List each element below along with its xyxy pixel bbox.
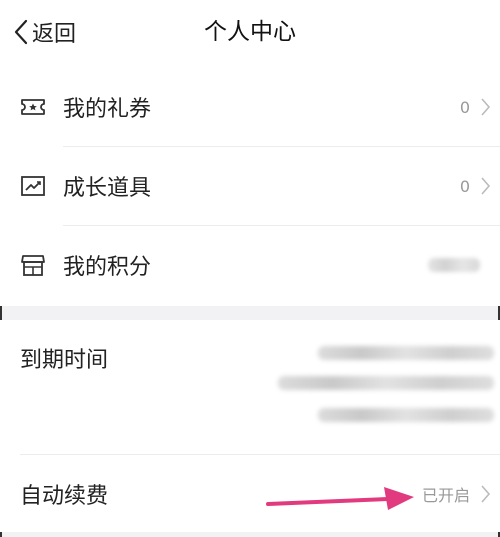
expire-value-redacted <box>318 408 494 422</box>
nav-header: 返回 个人中心 <box>0 0 500 68</box>
growth-tools-count: 0 <box>459 176 470 196</box>
points-value-redacted <box>428 258 480 272</box>
chevron-right-icon <box>481 177 491 195</box>
auto-renew-status[interactable]: 已开启 <box>422 482 470 506</box>
expire-value-redacted <box>278 376 494 390</box>
membership-group: 到期时间 自动续费 已开启 <box>0 320 500 532</box>
divider <box>20 454 500 455</box>
menu-item-label: 我的礼券 <box>63 97 152 122</box>
auto-renew-label: 自动续费 <box>20 484 109 509</box>
annotation-arrow-icon <box>266 487 414 510</box>
trend-chart-icon <box>21 176 45 196</box>
expire-value-redacted <box>318 346 494 360</box>
page-title: 个人中心 <box>204 19 296 45</box>
menu-item-label: 我的积分 <box>63 255 152 280</box>
menu-item-growth-tools[interactable]: 成长道具 0 <box>0 147 500 225</box>
chevron-right-icon <box>481 98 491 116</box>
expire-time-label: 到期时间 <box>20 348 109 373</box>
menu-item-coupons[interactable]: 我的礼券 0 <box>0 68 500 146</box>
store-icon <box>21 255 45 276</box>
menu-item-label: 成长道具 <box>63 176 152 201</box>
chevron-right-icon[interactable] <box>480 484 491 504</box>
menu-group: 我的礼券 0 成长道具 0 我的积分 <box>0 68 500 306</box>
menu-item-points[interactable]: 我的积分 <box>0 226 500 304</box>
ticket-icon <box>21 99 45 115</box>
coupon-count: 0 <box>459 97 470 117</box>
